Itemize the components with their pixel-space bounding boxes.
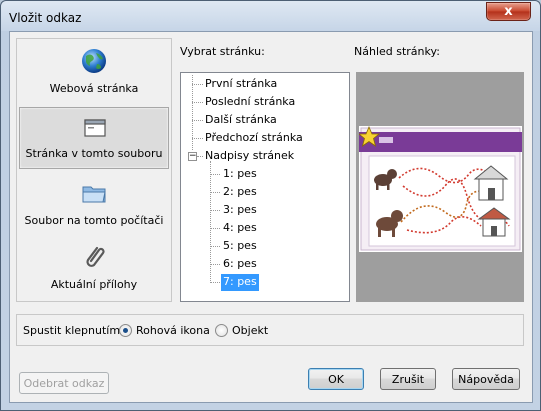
- tree-header: Vybrat stránku:: [180, 45, 265, 58]
- tree-item-page-titles[interactable]: Nadpisy stránek: [205, 148, 294, 165]
- nav-item-label: Soubor na tomto počítači: [24, 214, 164, 227]
- tree-item-page-7[interactable]: 7: pes: [221, 274, 259, 291]
- tree-item-page-4[interactable]: 4: pes: [223, 220, 257, 237]
- activation-group: Spustit klepnutím: Rohová ikona Objekt: [16, 314, 524, 346]
- tree-guide-line: [197, 156, 203, 157]
- globe-icon: [82, 49, 106, 73]
- tree-guide-line: [192, 84, 203, 85]
- preview-thumbnail: [359, 126, 522, 252]
- tree-item-page-3[interactable]: 3: pes: [223, 202, 257, 219]
- tree-guide-line: [210, 228, 220, 229]
- radio-corner-icon-label[interactable]: Rohová ikona: [136, 324, 210, 337]
- collapse-icon[interactable]: −: [188, 152, 197, 161]
- tree-item-page-5[interactable]: 5: pes: [223, 238, 257, 255]
- page-preview: [356, 72, 524, 302]
- folder-icon: [82, 186, 106, 203]
- radio-corner-icon[interactable]: [119, 324, 132, 337]
- nav-item-label: Stránka v tomto souboru: [25, 147, 163, 160]
- dialog-window: Vložit odkaz x Webová stránka Stránka v …: [0, 0, 541, 411]
- remove-link-button[interactable]: Odebrat odkaz: [19, 372, 109, 394]
- radio-object-label[interactable]: Objekt: [232, 324, 268, 337]
- nav-item-label: Webová stránka: [49, 82, 139, 95]
- tree-item-page-2[interactable]: 2: pes: [223, 184, 257, 201]
- tree-guide-line: [210, 264, 220, 265]
- cancel-button[interactable]: Zrušit: [380, 368, 436, 390]
- nav-item-web-page[interactable]: Webová stránka: [19, 41, 169, 103]
- title-bar[interactable]: Vložit odkaz x: [1, 1, 540, 31]
- tree-guide-line: [210, 210, 220, 211]
- tree-guide-line: [210, 246, 220, 247]
- tree-guide-line: [210, 192, 220, 193]
- close-icon: x: [504, 4, 513, 19]
- tree-item-page-6[interactable]: 6: pes: [223, 256, 257, 273]
- tree-item-first-page[interactable]: První stránka: [205, 76, 277, 93]
- activation-label: Spustit klepnutím:: [23, 324, 124, 337]
- close-button[interactable]: x: [486, 2, 531, 21]
- preview-header: Náhled stránky:: [354, 45, 440, 58]
- tree-item-last-page[interactable]: Poslední stránka: [205, 94, 295, 111]
- tree-guide-line: [192, 120, 203, 121]
- tree-item-next-page[interactable]: Další stránka: [205, 112, 277, 129]
- page-icon: [84, 119, 106, 137]
- nav-item-file-on-computer[interactable]: Soubor na tomto počítači: [19, 173, 169, 235]
- nav-item-label: Aktuální přílohy: [50, 278, 138, 291]
- tree-guide-line: [192, 138, 203, 139]
- dialog-title: Vložit odkaz: [9, 11, 82, 25]
- tree-guide-line: [210, 282, 220, 283]
- help-button[interactable]: Nápověda: [452, 368, 520, 390]
- page-tree[interactable]: První stránka Poslední stránka Další str…: [180, 72, 350, 302]
- tree-guide-line: [210, 161, 211, 281]
- tree-item-previous-page[interactable]: Předchozí stránka: [205, 130, 303, 147]
- nav-item-page-in-file[interactable]: Stránka v tomto souboru: [19, 107, 169, 169]
- tree-item-page-1[interactable]: 1: pes: [223, 166, 257, 183]
- tree-guide-line: [192, 102, 203, 103]
- tree-guide-line: [210, 174, 220, 175]
- link-type-panel: Webová stránka Stránka v tomto souboru S…: [16, 38, 172, 302]
- nav-item-attachments[interactable]: Aktuální přílohy: [19, 237, 169, 299]
- ok-button[interactable]: OK: [308, 368, 364, 390]
- radio-object[interactable]: [215, 324, 228, 337]
- dialog-client-area: Webová stránka Stránka v tomto souboru S…: [9, 31, 533, 403]
- paperclip-icon: [86, 246, 105, 267]
